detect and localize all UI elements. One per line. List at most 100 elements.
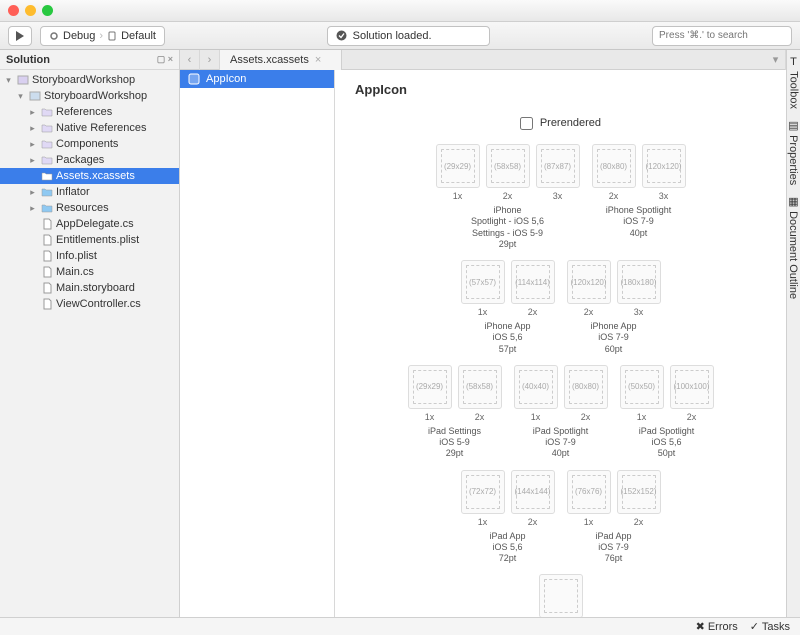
group-label: iPad SpotlightiOS 7-940pt [533,426,589,460]
image-well[interactable]: (114x114) [511,260,555,304]
zoom-window-button[interactable] [42,5,53,16]
image-well[interactable]: (120x120) [567,260,611,304]
scale-label: 1x [478,307,488,317]
asset-catalog-list[interactable]: AppIcon [180,70,335,617]
nav-back-button[interactable]: ‹ [180,50,200,70]
icon-group: (80x80)2x(120x120)3xiPhone SpotlightiOS … [592,144,686,250]
toolbar: Debug › Default Solution loaded. [0,22,800,50]
target-label: Default [121,30,156,42]
solution-sidebar: Solution ▢ × ▾StoryboardWorkshop▾Storybo… [0,50,180,617]
prerendered-checkbox[interactable] [520,117,533,130]
catalog-item-appicon[interactable]: AppIcon [180,70,334,88]
tree-item[interactable]: ▾StoryboardWorkshop [0,88,179,104]
tree-item[interactable]: Assets.xcassets [0,168,179,184]
tree-item[interactable]: ▸Native References [0,120,179,136]
group-label: iPad AppiOS 5,672pt [489,531,525,565]
image-well[interactable] [539,574,583,617]
icon-group: (50x50) 1x (100x100) 2x iPad SpotlightiOS 5,… [620,365,714,460]
gear-icon [49,31,59,41]
panel-tab-properties[interactable]: ▤ Properties [787,119,800,185]
tree-item[interactable]: AppDelegate.cs [0,216,179,232]
tree-item[interactable]: ViewController.cs [0,296,179,312]
scale-label: 1x [637,412,647,422]
scale-label: 2x [581,412,591,422]
scale-label: 3x [553,191,563,201]
nav-forward-button[interactable]: › [200,50,220,70]
tab-menu-button[interactable]: ▾ [766,50,786,70]
group-label: iPhone SpotlightiOS 7-940pt [606,205,672,239]
scale-label: 2x [687,412,697,422]
tree-item[interactable]: Entitlements.plist [0,232,179,248]
editor-tabbar: ‹ › Assets.xcassets × ▾ [180,50,786,70]
tree-item[interactable]: ▸Components [0,136,179,152]
panel-tab-document-outline[interactable]: ▦ Document Outline [787,195,800,299]
icon-group: (40x40) 1x (80x80) 2x iPad SpotlightiOS 7-94… [514,365,608,460]
icon-group: (72x72) 1x (144x144) 2xiPad AppiOS 5,672pt [461,470,555,565]
image-well[interactable]: (180x180) [617,260,661,304]
image-well[interactable]: (57x57) [461,260,505,304]
solution-tree[interactable]: ▾StoryboardWorkshop▾StoryboardWorkshop▸R… [0,70,179,617]
sidebar-header: Solution ▢ × [0,50,179,70]
image-well[interactable]: (50x50) [620,365,664,409]
status-text: Solution loaded. [353,30,432,42]
scale-label: 1x [425,412,435,422]
image-well[interactable]: (144x144) [511,470,555,514]
image-well[interactable]: (72x72) [461,470,505,514]
scale-label: 2x [528,517,538,527]
statusbar: ✖ Errors ✓ Tasks [0,617,800,635]
panel-tab-toolbox[interactable]: T Toolbox [788,56,800,109]
icon-group: (76x76)1x(152x152)2xiPad AppiOS 7-976pt [567,470,661,565]
tree-item[interactable]: Main.cs [0,264,179,280]
scale-label: 2x [584,307,594,317]
tree-item[interactable]: ▸Resources [0,200,179,216]
right-panel-tabs: T Toolbox ▤ Properties ▦ Document Outlin… [786,50,800,617]
run-button[interactable] [8,26,32,46]
scale-label: 2x [609,191,619,201]
search-input[interactable] [652,26,792,46]
icon-group: (29x29)1x(58x58)2x(87x87)3xiPhoneSpotlig… [436,144,580,250]
group-label: iPhone AppiOS 5,657pt [484,321,530,355]
chevron-right-icon: › [99,30,103,42]
image-well[interactable]: (80x80) [592,144,636,188]
device-icon [107,31,117,41]
image-well[interactable]: (152x152) [617,470,661,514]
scale-label: 1x [478,517,488,527]
editor-title: AppIcon [355,82,766,97]
tree-item[interactable]: ▾StoryboardWorkshop [0,72,179,88]
tasks-button[interactable]: ✓ Tasks [750,620,790,633]
image-well[interactable]: (100x100) [670,365,714,409]
icon-group: (120x120)2x(180x180)3xiPhone AppiOS 7-96… [567,260,661,355]
image-well[interactable]: (29x29) [408,365,452,409]
image-well[interactable]: (40x40) [514,365,558,409]
config-label: Debug [63,30,95,42]
sidebar-options-button[interactable]: ▢ × [157,54,173,65]
tab-label: Assets.xcassets [230,54,309,66]
errors-button[interactable]: ✖ Errors [696,620,738,633]
tree-item[interactable]: ▸References [0,104,179,120]
image-well[interactable]: (58x58) [458,365,502,409]
close-window-button[interactable] [8,5,19,16]
tree-item[interactable]: Main.storyboard [0,280,179,296]
image-well[interactable]: (87x87) [536,144,580,188]
close-tab-icon[interactable]: × [315,54,321,66]
group-label: iPhoneSpotlight - iOS 5,6Settings - iOS … [471,205,544,250]
status-display: Solution loaded. [327,26,491,46]
scale-label: 2x [528,307,538,317]
check-icon [336,30,347,41]
scale-label: 1x [531,412,541,422]
image-well[interactable]: (120x120) [642,144,686,188]
group-label: iPad SpotlightiOS 5,650pt [639,426,695,460]
image-well[interactable]: (58x58) [486,144,530,188]
run-configuration-selector[interactable]: Debug › Default [40,26,165,46]
tree-item[interactable]: ▸Inflator [0,184,179,200]
tree-item[interactable]: ▸Packages [0,152,179,168]
tab-assets[interactable]: Assets.xcassets × [220,50,342,70]
image-well[interactable]: (76x76) [567,470,611,514]
scale-label: 3x [634,307,644,317]
prerendered-label: Prerendered [540,117,601,129]
image-well[interactable]: (80x80) [564,365,608,409]
image-well[interactable]: (29x29) [436,144,480,188]
scale-label: 2x [634,517,644,527]
tree-item[interactable]: Info.plist [0,248,179,264]
minimize-window-button[interactable] [25,5,36,16]
